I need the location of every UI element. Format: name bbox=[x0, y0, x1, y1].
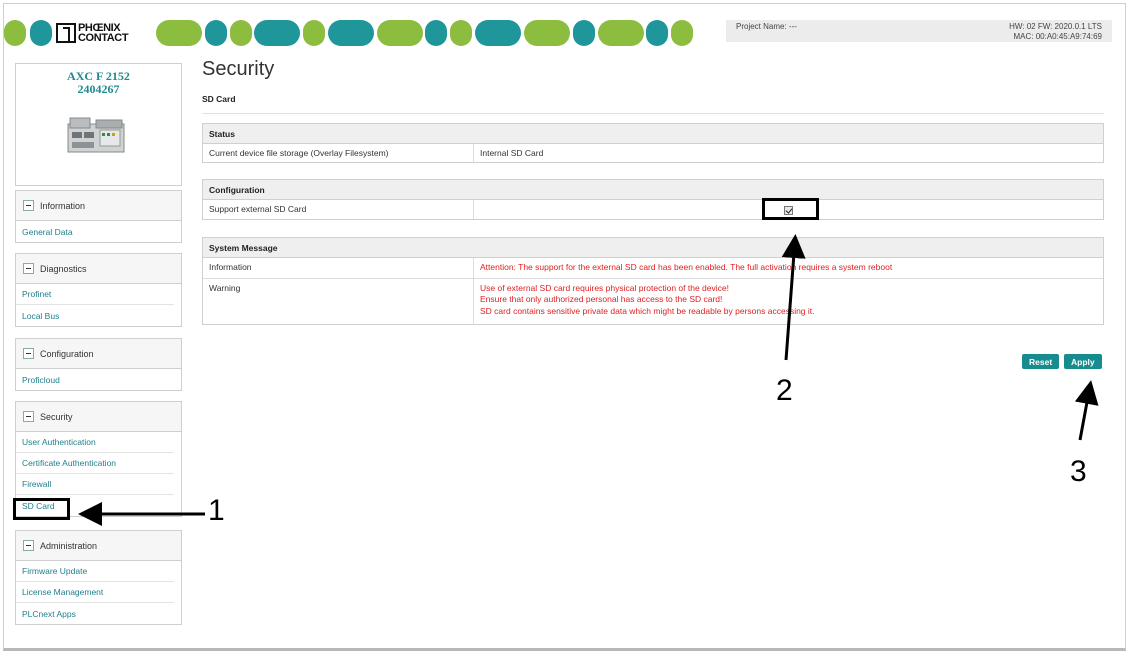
nav-group-header[interactable]: Diagnostics bbox=[16, 254, 181, 284]
nav-group-label: Diagnostics bbox=[40, 263, 87, 274]
annotation-number-2: 2 bbox=[776, 374, 793, 407]
banner-pill bbox=[230, 20, 252, 46]
nav-group-label: Security bbox=[40, 411, 73, 422]
banner-pill bbox=[254, 20, 300, 46]
nav-group-label: Administration bbox=[40, 540, 98, 551]
configuration-section: Configuration Support external SD Card bbox=[202, 179, 1104, 220]
nav-group-label: Configuration bbox=[40, 348, 94, 359]
banner-pill bbox=[425, 20, 447, 46]
header-banner: PHŒNIX CONTACT bbox=[4, 20, 694, 46]
banner-pill bbox=[377, 20, 423, 46]
highlight-box-sd-card bbox=[13, 498, 70, 520]
status-section: Status Current device file storage (Over… bbox=[202, 123, 1104, 163]
collapse-minus-icon[interactable] bbox=[23, 263, 34, 274]
system-message-section: System Message Information Attention: Th… bbox=[202, 237, 1104, 325]
sidebar-item-general-data[interactable]: General Data bbox=[16, 221, 174, 242]
message-label: Warning bbox=[203, 278, 474, 324]
banner-pill bbox=[646, 20, 668, 46]
nav-group-information: Information General Data bbox=[15, 190, 182, 243]
nav-group-administration: Administration Firmware Update License M… bbox=[15, 530, 182, 625]
banner-pill bbox=[598, 20, 644, 46]
banner-pill bbox=[4, 20, 26, 46]
banner-pill bbox=[328, 20, 374, 46]
table-row: Information Attention: The support for t… bbox=[203, 258, 1103, 279]
controller-device-icon bbox=[67, 117, 125, 153]
nav-group-header[interactable]: Information bbox=[16, 191, 181, 221]
nav-group-header[interactable]: Administration bbox=[16, 531, 181, 561]
warning-line: Ensure that only authorized personal has… bbox=[480, 294, 723, 304]
collapse-minus-icon[interactable] bbox=[23, 348, 34, 359]
message-label: Information bbox=[203, 258, 474, 278]
page-subtitle: SD Card bbox=[202, 94, 236, 104]
hw-fw-version: HW: 02 FW: 2020.0.1 LTS bbox=[1009, 22, 1102, 31]
sidebar-item-firmware-update[interactable]: Firmware Update bbox=[16, 561, 174, 582]
sidebar-item-local-bus[interactable]: Local Bus bbox=[16, 305, 174, 326]
section-heading: Status bbox=[203, 124, 1103, 144]
banner-pill bbox=[30, 20, 52, 46]
config-label: Support external SD Card bbox=[203, 200, 474, 219]
banner-pill bbox=[475, 20, 521, 46]
warning-line: Use of external SD card requires physica… bbox=[480, 282, 729, 293]
device-card: AXC F 2152 2404267 bbox=[15, 63, 182, 186]
table-row: Warning Use of external SD card requires… bbox=[203, 278, 1103, 324]
nav-group-diagnostics: Diagnostics Profinet Local Bus bbox=[15, 253, 182, 327]
page-title: Security bbox=[202, 58, 275, 80]
phoenix-contact-logo: PHŒNIX CONTACT bbox=[56, 20, 154, 46]
apply-button[interactable]: Apply bbox=[1064, 354, 1102, 369]
banner-pill bbox=[156, 20, 202, 46]
reset-button[interactable]: Reset bbox=[1022, 354, 1060, 369]
banner-pill bbox=[450, 20, 472, 46]
banner-pill bbox=[303, 20, 325, 46]
sidebar-item-firewall[interactable]: Firewall bbox=[16, 474, 174, 495]
divider bbox=[202, 113, 1104, 114]
collapse-minus-icon[interactable] bbox=[23, 540, 34, 551]
device-info-bar: Project Name: --- HW: 02 FW: 2020.0.1 LT… bbox=[726, 20, 1112, 42]
sidebar-item-certificate-authentication[interactable]: Certificate Authentication bbox=[16, 453, 174, 474]
logo-mark-icon bbox=[56, 23, 76, 43]
highlight-box-checkbox bbox=[762, 198, 819, 220]
info-message-text: Attention: The support for the external … bbox=[480, 262, 893, 272]
logo-line2: CONTACT bbox=[78, 32, 129, 44]
annotation-number-1: 1 bbox=[208, 494, 225, 527]
banner-pill bbox=[671, 20, 693, 46]
status-value: Internal SD Card bbox=[480, 148, 544, 158]
sidebar-item-license-management[interactable]: License Management bbox=[16, 582, 174, 603]
mac-address: MAC: 00:A0:45:A9:74:69 bbox=[1013, 32, 1103, 41]
nav-group-header[interactable]: Configuration bbox=[16, 339, 181, 369]
nav-group-label: Information bbox=[40, 200, 86, 211]
banner-pill bbox=[205, 20, 227, 46]
sidebar-item-proficloud[interactable]: Proficloud bbox=[16, 369, 174, 390]
device-number: 2404267 bbox=[77, 82, 120, 96]
nav-group-header[interactable]: Security bbox=[16, 402, 181, 432]
section-heading: System Message bbox=[203, 238, 1103, 258]
sidebar-item-user-authentication[interactable]: User Authentication bbox=[16, 432, 174, 453]
table-row: Support external SD Card bbox=[203, 200, 1103, 219]
table-row: Current device file storage (Overlay Fil… bbox=[203, 144, 1103, 162]
status-label: Current device file storage (Overlay Fil… bbox=[203, 144, 474, 162]
collapse-minus-icon[interactable] bbox=[23, 200, 34, 211]
section-heading: Configuration bbox=[203, 180, 1103, 200]
banner-pill bbox=[524, 20, 570, 46]
project-name: Project Name: --- bbox=[736, 22, 797, 31]
annotation-number-3: 3 bbox=[1070, 455, 1087, 488]
sidebar-item-plcnext-apps[interactable]: PLCnext Apps bbox=[16, 603, 174, 624]
nav-group-configuration: Configuration Proficloud bbox=[15, 338, 182, 391]
sidebar-item-profinet[interactable]: Profinet bbox=[16, 284, 174, 305]
collapse-minus-icon[interactable] bbox=[23, 411, 34, 422]
banner-pill bbox=[573, 20, 595, 46]
warning-line: SD card contains sensitive private data … bbox=[480, 305, 815, 316]
